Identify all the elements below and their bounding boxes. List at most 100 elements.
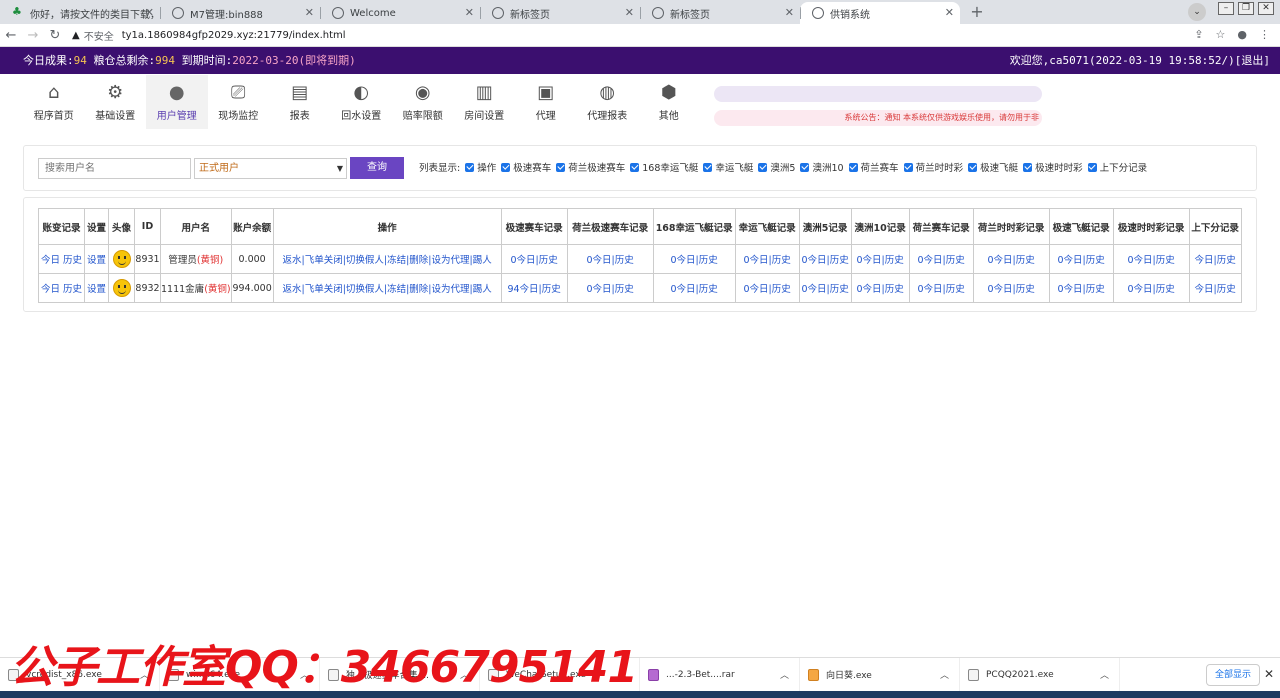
history-link[interactable]: 历史 [1156,284,1175,295]
today-link[interactable]: 今日 [677,284,696,295]
nav-item-8[interactable]: ▣ 代理 [515,75,577,129]
today-link[interactable]: 今日 [924,255,943,266]
logout-link[interactable]: [退出] [1235,54,1270,67]
today-link[interactable]: 今日 [808,284,827,295]
actions-links[interactable]: 返水|飞单关闭|切换假人|冻结|删除|设为代理|踢人 [283,284,492,295]
chevron-up-icon[interactable]: ︿ [780,668,789,681]
today-link[interactable]: 今日 [1064,284,1083,295]
today-link[interactable]: 今日 [1194,255,1213,266]
close-tab-icon[interactable]: ✕ [785,6,794,19]
column-checkbox[interactable] [556,162,566,172]
close-tab-icon[interactable]: ✕ [465,6,474,19]
show-all-button[interactable]: 全部显示 [1206,664,1260,686]
today-link[interactable]: 今日 [517,255,536,266]
settings-link[interactable]: 设置 [87,255,106,266]
download-item[interactable]: PCQQ2021.exe ︿ [960,657,1120,692]
tab-0[interactable]: ♣ 你好，请按文件的类目下载，对…✕ [0,2,160,24]
profile-icon[interactable]: ● [1237,28,1247,41]
close-tab-icon[interactable]: ✕ [305,6,314,19]
actions-links[interactable]: 返水|飞单关闭|切换假人|冻结|删除|设为代理|踢人 [283,255,492,266]
nav-item-0[interactable]: ⌂ 程序首页 [23,75,85,129]
history-link[interactable]: 历史 [772,284,791,295]
tab-5[interactable]: 供销系统 ✕ [800,2,960,24]
history-link[interactable]: 历史 [615,284,634,295]
close-tab-icon[interactable]: ✕ [145,6,154,19]
today-link[interactable]: 今日 [41,255,60,266]
nav-item-1[interactable]: ⚙ 基础设置 [85,75,147,129]
user-type-select[interactable]: 正式用户 ▼ [194,158,347,179]
today-link[interactable]: 今日 [1194,284,1213,295]
tab-3[interactable]: 新标签页 ✕ [480,2,640,24]
column-checkbox[interactable] [630,162,640,172]
history-link[interactable]: 历史 [63,255,82,266]
today-link[interactable]: 今日 [1064,255,1083,266]
column-checkbox[interactable] [465,162,475,172]
tab-4[interactable]: 新标签页 ✕ [640,2,800,24]
download-item[interactable]: 向日葵.exe ︿ [800,657,960,692]
back-icon[interactable]: ← [0,28,22,43]
history-link[interactable]: 历史 [1016,255,1035,266]
today-link[interactable]: 今日 [41,284,60,295]
history-link[interactable]: 历史 [542,284,561,295]
share-icon[interactable]: ⇪ [1194,28,1203,41]
history-link[interactable]: 历史 [830,255,849,266]
today-link[interactable]: 今日 [1134,255,1153,266]
history-link[interactable]: 历史 [615,255,634,266]
history-link[interactable]: 历史 [699,255,718,266]
history-link[interactable]: 历史 [63,284,82,295]
today-link[interactable]: 今日 [750,284,769,295]
search-input[interactable] [38,158,191,179]
today-link[interactable]: 今日 [863,284,882,295]
today-link[interactable]: 今日 [808,255,827,266]
history-link[interactable]: 历史 [946,255,965,266]
today-link[interactable]: 今日 [994,255,1013,266]
nav-item-7[interactable]: ▥ 房间设置 [454,75,516,129]
column-checkbox[interactable] [1087,162,1097,172]
history-link[interactable]: 历史 [699,284,718,295]
today-link[interactable]: 今日 [994,284,1013,295]
chevron-up-icon[interactable]: ︿ [1100,668,1109,681]
column-checkbox[interactable] [703,162,713,172]
star-icon[interactable]: ☆ [1216,28,1226,41]
nav-item-3[interactable]: ⎚ 现场监控 [208,75,270,129]
column-checkbox[interactable] [501,162,511,172]
nav-item-6[interactable]: ◉ 赔率限额 [392,75,454,129]
nav-item-5[interactable]: ◐ 回水设置 [331,75,393,129]
column-checkbox[interactable] [903,162,913,172]
history-link[interactable]: 历史 [1086,284,1105,295]
history-link[interactable]: 历史 [946,284,965,295]
new-tab-button[interactable]: + [966,2,988,24]
nav-item-10[interactable]: ⬢ 其他 [638,75,700,129]
history-link[interactable]: 历史 [830,284,849,295]
history-link[interactable]: 历史 [1016,284,1035,295]
settings-link[interactable]: 设置 [87,284,106,295]
history-link[interactable]: 历史 [772,255,791,266]
tab-1[interactable]: M7管理:bin888 ✕ [160,2,320,24]
history-link[interactable]: 历史 [885,255,904,266]
forward-icon[interactable]: → [22,28,44,43]
today-link[interactable]: 今日 [750,255,769,266]
column-checkbox[interactable] [800,162,810,172]
today-link[interactable]: 今日 [863,255,882,266]
close-tab-icon[interactable]: ✕ [625,6,634,19]
download-item[interactable]: ...-2.3-Bet....rar ︿ [640,657,800,692]
tab-2[interactable]: Welcome ✕ [320,2,480,24]
today-link[interactable]: 今日 [593,255,612,266]
history-link[interactable]: 历史 [539,255,558,266]
menu-icon[interactable]: ⋮ [1259,28,1270,41]
today-link[interactable]: 今日 [924,284,943,295]
nav-item-4[interactable]: ▤ 报表 [269,75,331,129]
close-window-button[interactable]: ✕ [1258,2,1274,15]
history-link[interactable]: 历史 [1156,255,1175,266]
minimize-button[interactable]: – [1218,2,1234,15]
query-button[interactable]: 查询 [350,157,404,179]
nav-item-9[interactable]: ◍ 代理报表 [577,75,639,129]
column-checkbox[interactable] [968,162,978,172]
today-link[interactable]: 今日 [520,284,539,295]
history-link[interactable]: 历史 [1086,255,1105,266]
today-link[interactable]: 今日 [677,255,696,266]
column-checkbox[interactable] [1023,162,1033,172]
close-tab-icon[interactable]: ✕ [945,6,954,19]
close-icon[interactable]: ✕ [1264,667,1274,681]
today-link[interactable]: 今日 [593,284,612,295]
